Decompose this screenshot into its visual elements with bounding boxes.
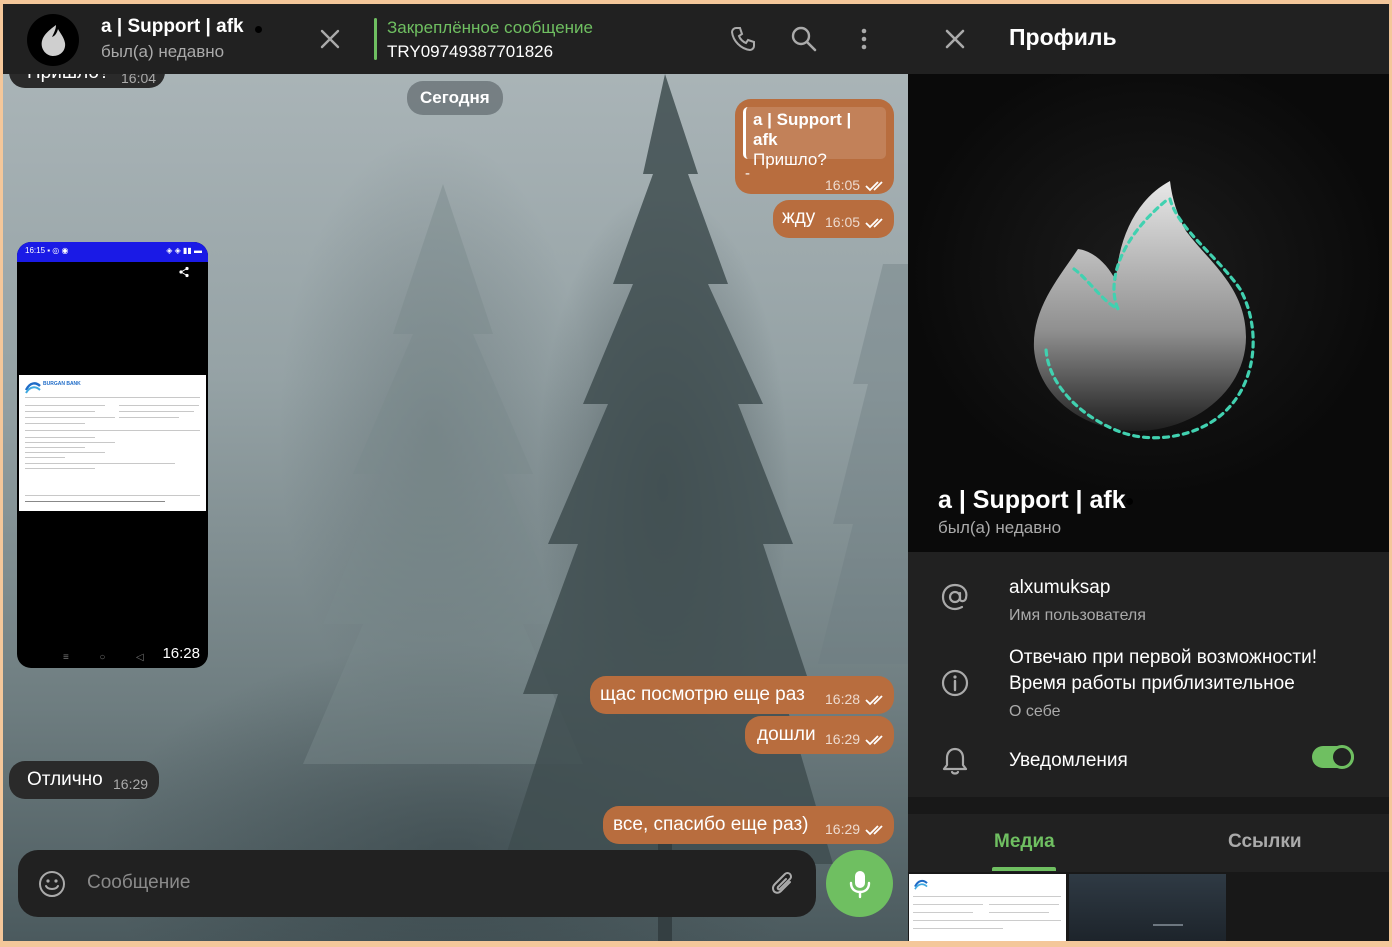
reply-author: a | Support | afk (753, 110, 852, 149)
message-outgoing[interactable]: все, спасибо еще раз) 16:29 (603, 806, 894, 844)
message-outgoing[interactable]: жду 16:05 (773, 200, 894, 238)
profile-status: был(а) недавно (938, 518, 1062, 537)
receipt-image: BURGAN BANK (19, 375, 206, 511)
chat-header: a | Support | afk был(а) недавно Закрепл… (3, 4, 908, 74)
bio-label: О себе (1009, 703, 1061, 720)
notifications-label[interactable]: Уведомления (1009, 748, 1128, 774)
info-icon (941, 669, 969, 697)
message-text: жду (782, 207, 816, 228)
profile-pane: Профиль a | Support | afk был(а) недавно (908, 4, 1389, 941)
at-sign-icon (941, 583, 968, 611)
reply-text: Пришло? (753, 150, 827, 169)
photo-status-bar: 16:15 ▪ ◎ ◉ ◈ ◈ ▮▮ ▬ (17, 242, 208, 262)
profile-title: Профиль (1009, 24, 1117, 50)
emoji-icon[interactable] (37, 869, 67, 899)
chat-pane: a | Support | afk был(а) недавно Закрепл… (3, 4, 908, 941)
close-pinned-icon[interactable] (315, 24, 345, 54)
bell-icon (942, 747, 968, 775)
tab-links[interactable]: Ссылки (1228, 831, 1302, 853)
message-outgoing[interactable]: дошли 16:29 (745, 716, 894, 754)
profile-name: a | Support | afk (938, 486, 1126, 514)
attach-icon[interactable] (768, 869, 798, 899)
username-label: Имя пользователя (1009, 607, 1146, 624)
message-incoming[interactable]: Отлично 16:29 (9, 761, 159, 799)
active-tab-indicator (992, 867, 1056, 871)
read-ticks-icon (865, 735, 883, 746)
media-thumbnail[interactable] (909, 874, 1066, 941)
telegram-window: a | Support | afk был(а) недавно Закрепл… (3, 4, 1389, 941)
bank-name: BURGAN BANK (43, 381, 81, 387)
message-time: 16:29 (113, 776, 149, 792)
message-text: щас посмотрю еще раз (600, 684, 805, 705)
message-outgoing[interactable]: щас посмотрю еще раз 16:28 (590, 676, 894, 714)
message-photo[interactable]: 16:15 ▪ ◎ ◉ ◈ ◈ ▮▮ ▬ BURGAN BANK ≡ ○ ◁ 1… (17, 242, 208, 668)
message-time: 16:28 (162, 645, 200, 662)
avatar[interactable] (27, 14, 79, 66)
message-time: 16:29 (825, 731, 889, 747)
read-ticks-icon (865, 825, 883, 836)
phone-icon[interactable] (728, 24, 758, 54)
flame-icon (41, 25, 66, 56)
message-outgoing-reply[interactable]: a | Support | afk Пришло? - 16:05 (735, 99, 894, 194)
bank-logo-icon (914, 879, 928, 890)
message-composer[interactable]: Сообщение (18, 850, 816, 917)
profile-header: Профиль (908, 4, 1389, 74)
pinned-indicator (374, 18, 377, 60)
media-grid (908, 872, 1389, 941)
search-icon[interactable] (789, 24, 819, 54)
chat-status: был(а) недавно (101, 42, 225, 61)
message-text: Отлично (27, 769, 103, 790)
profile-info: alxumuksap Имя пользователя Отвечаю при … (908, 552, 1389, 797)
message-text: дошли (757, 724, 816, 745)
message-text: - (745, 165, 750, 182)
message-time: 16:05 (825, 214, 889, 230)
bio-line-1[interactable]: Отвечаю при первой возможности! (1009, 645, 1317, 671)
chat-title[interactable]: a | Support | afk (101, 16, 244, 38)
read-ticks-icon (865, 695, 883, 706)
profile-tabs: Медиа Ссылки (908, 814, 1389, 872)
more-menu-icon[interactable] (849, 24, 879, 54)
toggle-knob (1330, 745, 1354, 769)
pinned-text[interactable]: TRY09749387701826 (387, 42, 553, 62)
photo-nav-buttons: ≡ ○ ◁ (63, 652, 144, 663)
reply-quote[interactable]: a | Support | afk Пришло? (743, 107, 886, 169)
message-text: все, спасибо еще раз) (613, 814, 809, 835)
bank-logo-icon (24, 382, 41, 394)
message-time: 16:28 (825, 691, 889, 707)
share-icon (179, 266, 189, 278)
bio-line-2[interactable]: Время работы приблизительное (1009, 671, 1295, 697)
notifications-toggle[interactable] (1312, 745, 1354, 769)
media-thumbnail[interactable] (1069, 874, 1226, 941)
username[interactable]: alxumuksap (1009, 575, 1110, 601)
message-time: 16:05 (825, 177, 889, 193)
microphone-icon (849, 870, 870, 898)
read-ticks-icon (865, 218, 883, 229)
tab-media[interactable]: Медиа (994, 831, 1055, 853)
status-dot (255, 26, 262, 33)
message-time: 16:29 (825, 821, 889, 837)
message-input[interactable]: Сообщение (87, 872, 190, 894)
profile-photo[interactable]: a | Support | afk был(а) недавно (908, 74, 1389, 552)
flame-logo-icon (1033, 181, 1255, 440)
status-dot (1126, 498, 1133, 505)
pinned-label[interactable]: Закреплённое сообщение (387, 18, 593, 38)
close-icon[interactable] (940, 24, 970, 54)
date-divider: Сегодня (407, 81, 503, 115)
voice-record-button[interactable] (826, 850, 893, 917)
read-ticks-icon (865, 181, 883, 192)
